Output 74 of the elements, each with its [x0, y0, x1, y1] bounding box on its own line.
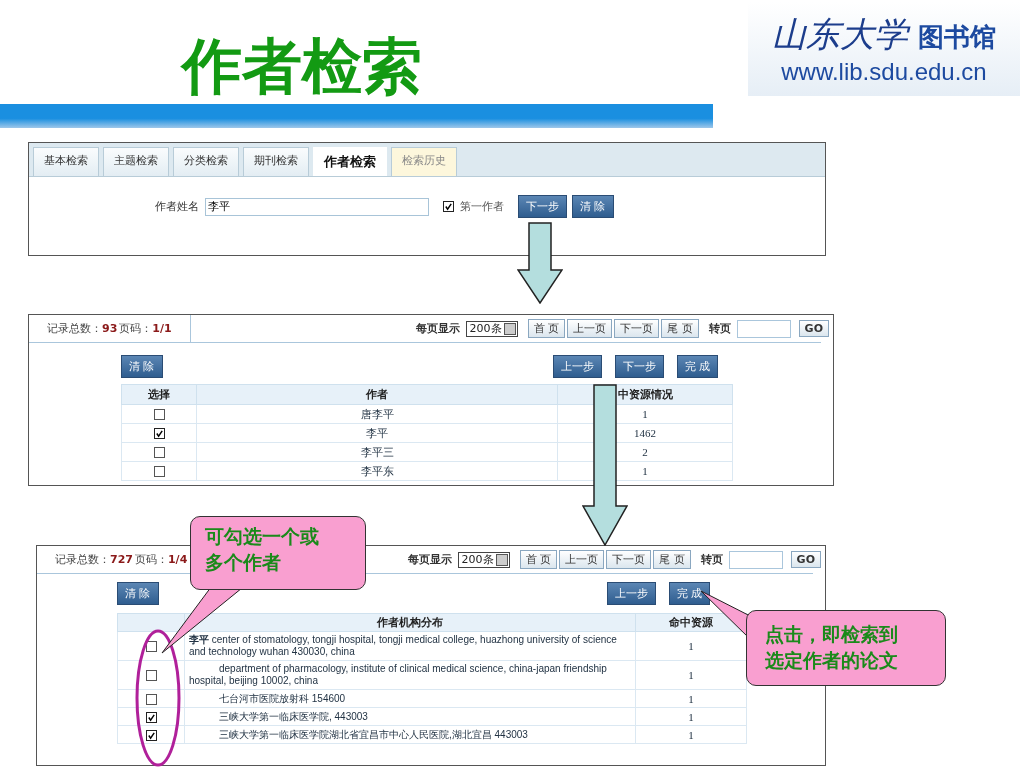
pager-button[interactable]: 尾 页 — [653, 550, 691, 569]
step-button[interactable]: 上一步 — [552, 355, 602, 378]
search-tab[interactable]: 主题检索 — [103, 147, 169, 176]
checkbox[interactable] — [145, 711, 157, 723]
slide-title: 作者检索 — [182, 30, 422, 103]
page-number: 1/1 — [152, 322, 172, 335]
affiliation-cell: 三峡大学第一临床医学院湖北省宜昌市中心人民医院,湖北宜昌 443003 — [184, 725, 636, 744]
step-button[interactable]: 完 成 — [668, 582, 710, 605]
column-header: 作者 — [196, 384, 558, 405]
search-tab[interactable]: 期刊检索 — [243, 147, 309, 176]
page-label: 页码： — [134, 553, 168, 566]
logo-name: 图书馆 — [918, 21, 996, 54]
checkbox[interactable] — [153, 428, 165, 439]
checkbox[interactable] — [145, 693, 157, 705]
field-label: 作者姓名 — [155, 199, 199, 214]
author-cell: 李平 — [196, 423, 558, 443]
affiliation-cell: 七台河市医院放射科 154600 — [184, 689, 636, 708]
goto-label: 转页 — [700, 552, 723, 567]
callout: 可勾选一个或多个作者 — [190, 516, 366, 590]
per-page-select[interactable]: 200条 — [457, 551, 510, 568]
logo-url: www.lib.sdu.edu.cn — [781, 58, 987, 86]
pager-button[interactable]: 上一页 — [559, 550, 605, 569]
count-label: 记录总数： — [55, 553, 110, 566]
affiliation-cell: department of pharmacology, institute of clinical medical science, china-japan friendship hospital, beijing 10002, china — [184, 660, 636, 690]
checkbox[interactable] — [153, 409, 165, 420]
go-button[interactable]: GO — [790, 551, 821, 568]
go-button[interactable]: GO — [798, 320, 829, 337]
hits-cell: 1 — [635, 725, 747, 744]
search-tab[interactable]: 基本检索 — [33, 147, 99, 176]
goto-field[interactable] — [736, 319, 791, 338]
checkbox[interactable] — [153, 447, 165, 458]
search-tab[interactable]: 检索历史 — [391, 147, 457, 176]
affiliation-cell: 李平 center of stomatology, tongji hospital, tongji medical college, huazhong university of science and technology wuhan 430030, china — [184, 631, 636, 661]
step-button[interactable]: 上一步 — [606, 582, 656, 605]
clear-button[interactable]: 清 除 — [117, 582, 159, 605]
per-page-label: 每页显示 — [407, 552, 452, 567]
affiliation-cell: 三峡大学第一临床医学院, 443003 — [184, 707, 636, 726]
pager-button[interactable]: 尾 页 — [661, 319, 699, 338]
column-header: 选择 — [121, 384, 197, 405]
callout: 点击，即检索到选定作者的论文 — [746, 610, 946, 686]
author-name-field[interactable]: 李平 — [205, 197, 429, 216]
search-tab[interactable]: 分类检索 — [173, 147, 239, 176]
per-page-select[interactable]: 200条 — [465, 320, 518, 337]
checkbox[interactable] — [145, 729, 157, 741]
goto-field[interactable] — [728, 550, 783, 569]
step-button[interactable]: 完 成 — [676, 355, 718, 378]
form-button[interactable]: 清 除 — [572, 195, 614, 218]
hits-cell: 1 — [635, 689, 747, 708]
form-button[interactable]: 下一步 — [518, 195, 567, 218]
pager-button[interactable]: 首 页 — [527, 319, 566, 338]
checkbox[interactable] — [145, 670, 157, 681]
author-cell: 唐李平 — [196, 404, 558, 424]
checkbox[interactable] — [443, 201, 454, 212]
search-tab[interactable]: 作者检索 — [313, 147, 387, 176]
author-cell: 李平三 — [196, 442, 558, 462]
record-count: 727 — [110, 553, 133, 566]
pager-button[interactable]: 首 页 — [519, 550, 558, 569]
pager-button[interactable]: 下一页 — [614, 319, 660, 338]
checkbox[interactable] — [145, 641, 157, 652]
checkbox-label: 第一作者 — [460, 199, 504, 214]
per-page-label: 每页显示 — [415, 321, 460, 336]
pager-button[interactable]: 上一页 — [567, 319, 613, 338]
record-count: 93 — [102, 322, 118, 335]
hits-cell: 1 — [635, 707, 747, 726]
goto-label: 转页 — [708, 321, 731, 336]
checkbox[interactable] — [153, 466, 165, 477]
clear-button[interactable]: 清 除 — [121, 355, 163, 378]
column-header: 作者机构分布 — [184, 613, 636, 632]
count-label: 记录总数： — [47, 322, 102, 335]
step-button[interactable]: 下一步 — [614, 355, 664, 378]
page-number: 1/4 — [167, 553, 188, 566]
pager-button[interactable]: 下一页 — [606, 550, 652, 569]
author-cell: 李平东 — [196, 461, 558, 481]
page-label: 页码： — [119, 322, 153, 335]
